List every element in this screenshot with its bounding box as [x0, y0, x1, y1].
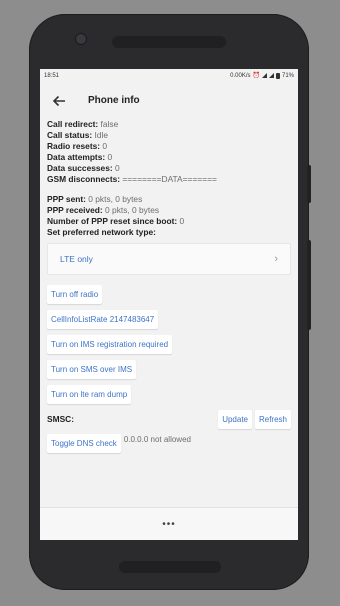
earpiece-speaker [112, 36, 226, 48]
info-line-ppp-resets: Number of PPP reset since boot: 0 [47, 215, 185, 226]
dns-row: Toggle DNS check 0.0.0.0 not allowed [47, 434, 291, 454]
network-type-dropdown[interactable]: LTE only › [47, 242, 291, 275]
info-line-data-successes: Data successes: 0 [47, 163, 120, 174]
bottom-nav-bar: ••• [40, 507, 298, 540]
app-bar: Phone info [40, 82, 298, 119]
turn-off-radio-button[interactable]: Turn off radio [47, 284, 103, 304]
power-button [307, 165, 311, 203]
smsc-label: SMSC: [47, 413, 74, 424]
volume-button [307, 240, 311, 330]
info-line-gsm-disconnects: GSM disconnects: ========DATA======= [47, 174, 217, 185]
status-bar: 18:51 0.00K/s ⏰ 71% [40, 69, 298, 82]
dns-status-text: 0.0.0.0 not allowed [123, 435, 191, 445]
info-line-radio-resets: Radio resets: 0 [47, 141, 108, 152]
info-line-preferred-network: Set preferred network type: [47, 226, 156, 237]
phone-info-content: Call redirect: false Call status: Idle R… [40, 119, 298, 454]
phone-frame: 18:51 0.00K/s ⏰ 71% Phone info Call redi… [29, 14, 309, 590]
smsc-row: SMSC: Update Refresh [47, 409, 291, 429]
alarm-icon: ⏰ [252, 73, 260, 79]
network-type-value: LTE only [60, 253, 93, 264]
info-line-ppp-received: PPP received: 0 pkts, 0 bytes [47, 204, 160, 215]
screen: 18:51 0.00K/s ⏰ 71% Phone info Call redi… [40, 69, 298, 540]
front-camera [75, 33, 87, 45]
toggle-dns-check-button[interactable]: Toggle DNS check [47, 434, 121, 454]
battery-level: 71% [281, 72, 294, 79]
overflow-menu-icon[interactable]: ••• [162, 519, 176, 530]
chevron-right-icon: › [274, 252, 278, 265]
page-title: Phone info [88, 95, 140, 106]
network-speed: 0.00K/s [230, 72, 251, 79]
update-button[interactable]: Update [218, 409, 252, 429]
status-time: 18:51 [44, 72, 60, 79]
back-arrow-icon[interactable] [52, 93, 68, 109]
info-line-call-status: Call status: Idle [47, 130, 108, 141]
signal-icon [268, 73, 274, 78]
info-line-data-attempts: Data attempts: 0 [47, 152, 113, 163]
cell-info-rate-button[interactable]: CellInfoListRate 2147483647 [47, 309, 159, 329]
ims-registration-button[interactable]: Turn on IMS registration required [47, 334, 173, 354]
bottom-speaker [119, 561, 221, 573]
wifi-icon [261, 73, 267, 78]
refresh-button[interactable]: Refresh [254, 409, 291, 429]
lte-ram-dump-button[interactable]: Turn on lte ram dump [47, 384, 132, 404]
info-line-call-redirect: Call redirect: false [47, 119, 119, 129]
sms-over-ims-button[interactable]: Turn on SMS over IMS [47, 359, 137, 379]
info-line-ppp-sent: PPP sent: 0 pkts, 0 bytes [47, 193, 143, 204]
battery-icon [275, 72, 280, 79]
status-icons: 0.00K/s ⏰ 71% [230, 72, 294, 79]
